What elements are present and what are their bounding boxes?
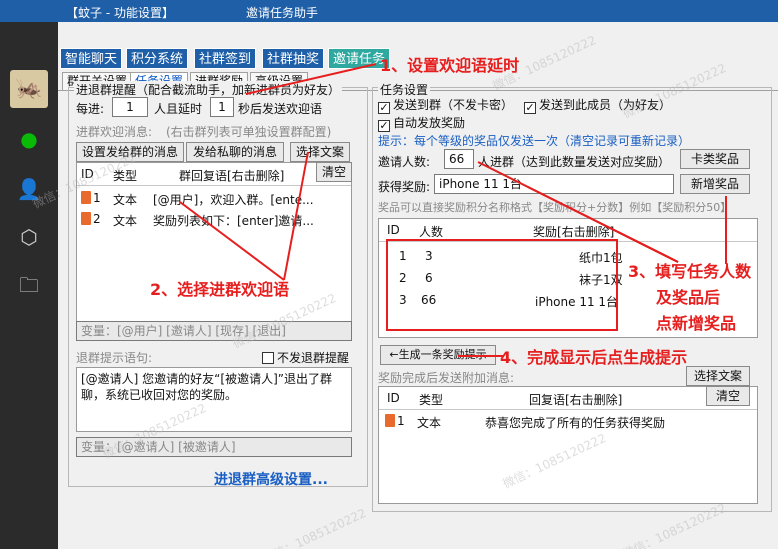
- reward-hint: 提示：每个等级的奖品仅发送一次（清空记录可重新记录）: [378, 134, 691, 148]
- reward-col-count: 人数: [419, 225, 444, 239]
- generate-prompt-button[interactable]: ←生成一条奖励提示: [380, 345, 496, 365]
- title-bar: 【蚊子 - 功能设置】 邀请任务助手: [0, 0, 778, 22]
- after-choose-copy-button[interactable]: 选择文案: [686, 366, 750, 386]
- chat-icon[interactable]: ●: [14, 124, 44, 154]
- advanced-settings-link[interactable]: 进退群高级设置...: [214, 469, 328, 489]
- table-row[interactable]: 2 文本 奖励列表如下：[enter]邀请...: [81, 212, 314, 228]
- send-group-checkbox[interactable]: ✓ 发送到群（不发卡密）: [378, 96, 513, 114]
- annotation-3-line1: 3、填写任务人数: [628, 262, 752, 281]
- cube-icon[interactable]: ⬡: [14, 222, 44, 252]
- welcome-col-text: 群回复语[右击删除]: [179, 169, 285, 183]
- folder-icon[interactable]: 🗀: [14, 270, 44, 300]
- tab-smart-chat[interactable]: 智能聊天: [60, 48, 123, 69]
- every-count-input[interactable]: 1: [112, 97, 148, 117]
- after-col-id: ID: [387, 391, 400, 405]
- reward-highlight-box: [386, 239, 618, 331]
- leave-text[interactable]: [@邀请人] 您邀请的好友“[被邀请人]”退出了群聊，系统已收回对您的奖励。: [76, 367, 352, 432]
- table-row[interactable]: 1 文本 恭喜您完成了所有的任务获得奖励: [385, 414, 665, 430]
- tab-lottery[interactable]: 社群抽奖: [262, 48, 325, 69]
- join-leave-group-title: 进退群提醒（配合截流助手，加新进群员为好友）: [74, 81, 343, 98]
- file-icon: [385, 414, 395, 427]
- card-prize-button[interactable]: 卡类奖品: [680, 149, 750, 169]
- auto-reward-checkbox[interactable]: ✓ 自动发放奖励: [378, 114, 465, 132]
- leave-label: 退群提示语句:: [76, 351, 153, 365]
- annotation-1: 1、设置欢迎语延时: [380, 56, 520, 75]
- add-prize-button[interactable]: 新增奖品: [680, 174, 750, 194]
- delay-label: 人且延时: [154, 102, 203, 116]
- reward-label: 获得奖励:: [378, 180, 431, 194]
- delay-suffix: 秒后发送欢迎语: [238, 102, 323, 116]
- welcome-variables: 变量：[@用户] [邀请人] [现存] [退出]: [76, 321, 352, 341]
- tab-points[interactable]: 积分系统: [126, 48, 189, 69]
- format-hint: 奖品可以直接奖励积分名称格式【奖励积分+分数】例如【奖励积分50】: [378, 201, 732, 214]
- main-panel: 智能聊天 积分系统 社群签到 社群抽奖 邀请任务 群开关设置 任务设置 进群奖励…: [31, 22, 778, 549]
- tab-checkin[interactable]: 社群签到: [194, 48, 257, 69]
- file-icon: [81, 212, 91, 225]
- choose-copy-button[interactable]: 选择文案: [290, 142, 350, 162]
- delay-input[interactable]: 1: [210, 97, 234, 117]
- window-title: 【蚊子 - 功能设置】: [66, 6, 174, 20]
- welcome-hint: (右击群列表可单独设置群配置): [166, 125, 332, 139]
- welcome-label: 进群欢迎消息:: [76, 125, 153, 139]
- after-col-text: 回复语[右击删除]: [529, 393, 623, 407]
- reward-col-reward: 奖励[右击删除]: [533, 225, 615, 239]
- avatar[interactable]: 🦗: [10, 70, 48, 108]
- app-title: 邀请任务助手: [246, 6, 319, 20]
- annotation-2: 2、选择进群欢迎语: [150, 280, 290, 299]
- after-col-type: 类型: [419, 393, 444, 407]
- invite-count-suffix: 人进群（达到此数量发送对应奖励）: [478, 155, 671, 169]
- after-msg-label: 奖励完成后发送附加消息:: [378, 371, 515, 385]
- invite-count-input[interactable]: 66: [444, 149, 474, 169]
- clear-welcome-button[interactable]: 清空: [316, 162, 352, 182]
- annotation-3-line3: 点新增奖品: [656, 314, 737, 333]
- every-label: 每进:: [76, 102, 105, 116]
- reward-input[interactable]: iPhone 11 1台: [434, 174, 674, 194]
- table-row[interactable]: 1 文本 [@用户]，欢迎入群。[ente...: [81, 191, 314, 207]
- reward-col-id: ID: [387, 223, 400, 237]
- after-clear-button[interactable]: 清空: [706, 386, 750, 406]
- annotation-3-line2: 及奖品后: [656, 288, 721, 307]
- watermark: 微信：1085120222: [260, 505, 369, 549]
- annotation-4: 4、完成显示后点生成提示: [500, 348, 688, 367]
- left-sidebar: 🦗 ● 👤 ⬡ 🗀: [0, 22, 58, 549]
- no-leave-checkbox[interactable]: 不发退群提醒: [262, 349, 349, 366]
- invite-count-label: 邀请人数:: [378, 155, 431, 169]
- file-icon: [81, 191, 91, 204]
- private-msg-button[interactable]: 发给私聊的消息: [186, 142, 284, 162]
